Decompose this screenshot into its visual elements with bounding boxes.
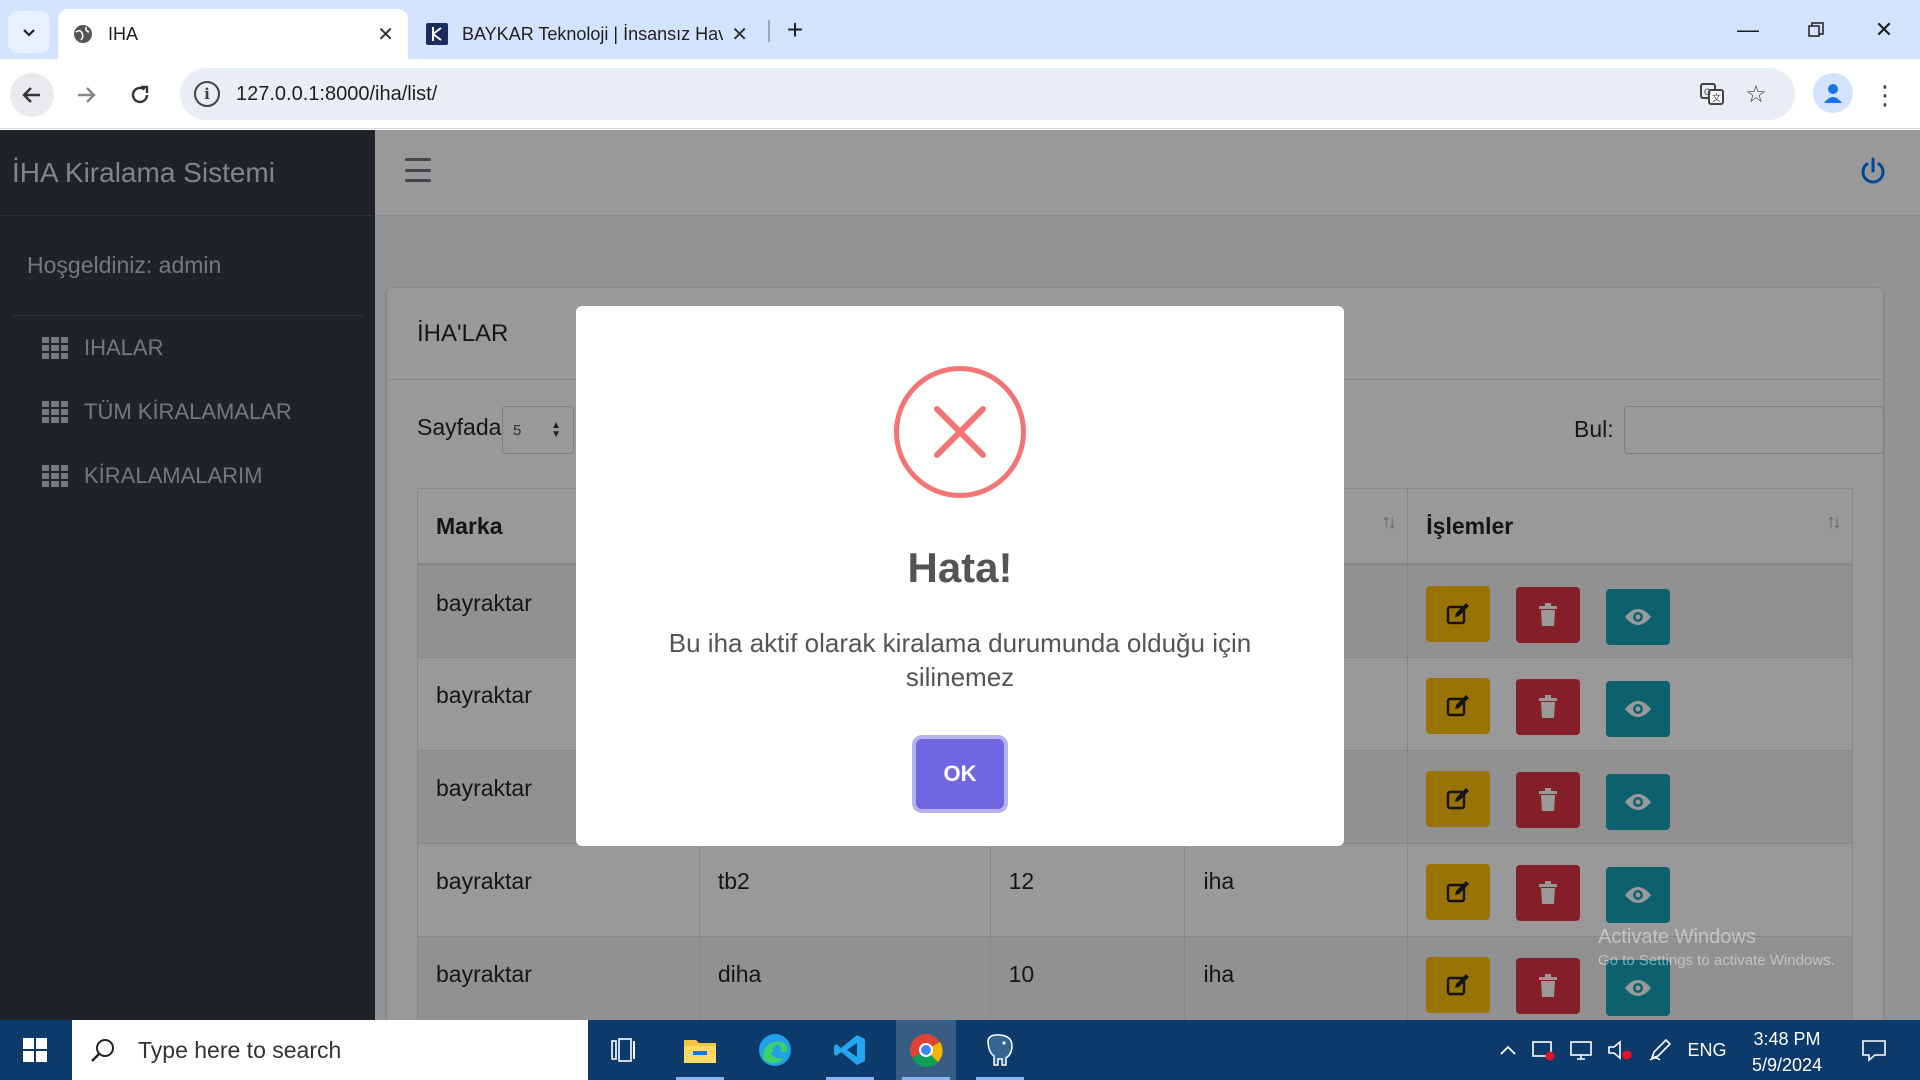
volume-muted-icon[interactable] bbox=[1604, 1020, 1636, 1080]
browser-tab-strip: IHA ✕ BAYKAR Teknoloji | İnsansız Hav ✕ … bbox=[0, 0, 1920, 59]
tab-title: IHA bbox=[108, 23, 139, 44]
close-tab-icon[interactable]: ✕ bbox=[731, 22, 748, 47]
forward-button[interactable] bbox=[64, 73, 108, 117]
task-view-icon[interactable] bbox=[593, 1020, 653, 1080]
web-app: İHA Kiralama Sistemi Hoşgeldiniz: admin … bbox=[0, 130, 1920, 1020]
vscode-icon[interactable] bbox=[820, 1020, 880, 1080]
ok-button[interactable]: OK bbox=[916, 739, 1004, 809]
browser-menu-icon[interactable]: ⋮ bbox=[1870, 73, 1900, 117]
search-icon bbox=[88, 1035, 118, 1065]
error-dialog: Hata! Bu iha aktif olarak kiralama durum… bbox=[576, 306, 1344, 846]
browser-toolbar: i G文 ☆ ⋮ bbox=[0, 59, 1920, 129]
taskbar-search-placeholder: Type here to search bbox=[138, 1036, 342, 1063]
activate-windows-title: Activate Windows bbox=[1598, 926, 1756, 948]
tab-iha[interactable]: IHA ✕ bbox=[58, 9, 408, 59]
dialog-title: Hata! bbox=[907, 544, 1013, 591]
edge-browser-icon[interactable] bbox=[745, 1020, 805, 1080]
chrome-icon[interactable] bbox=[896, 1020, 956, 1080]
taskbar-search-box[interactable]: Type here to search bbox=[72, 1020, 588, 1080]
defender-alert-icon[interactable] bbox=[1528, 1020, 1560, 1080]
person-icon bbox=[1824, 84, 1842, 103]
tab-title: BAYKAR Teknoloji | İnsansız Hav bbox=[462, 23, 724, 44]
tab-baykar[interactable]: BAYKAR Teknoloji | İnsansız Hav ✕ bbox=[412, 9, 762, 59]
dialog-message: Bu iha aktif olarak kiralama durumunda o… bbox=[668, 628, 1252, 692]
windows-logo-icon bbox=[23, 1038, 47, 1062]
pen-workspace-icon[interactable] bbox=[1644, 1020, 1676, 1080]
baykar-favicon-icon bbox=[426, 23, 448, 45]
arrow-right-icon bbox=[78, 87, 96, 103]
restore-icon[interactable] bbox=[1784, 8, 1848, 52]
close-window-icon[interactable]: ✕ bbox=[1852, 8, 1916, 52]
activate-windows-subtitle: Go to Settings to activate Windows. bbox=[1598, 952, 1835, 969]
profile-avatar[interactable] bbox=[1813, 73, 1853, 113]
network-icon[interactable] bbox=[1566, 1020, 1598, 1080]
clock-date: 5/9/2024 bbox=[1751, 1055, 1823, 1075]
file-explorer-icon[interactable] bbox=[670, 1020, 730, 1080]
show-hidden-icons-chevron-icon[interactable] bbox=[1494, 1020, 1522, 1080]
close-tab-icon[interactable]: ✕ bbox=[377, 22, 394, 47]
back-button[interactable] bbox=[10, 73, 54, 117]
arrow-left-icon bbox=[22, 87, 40, 103]
minimize-icon[interactable]: — bbox=[1716, 8, 1780, 52]
tab-search-button[interactable] bbox=[8, 11, 50, 53]
clock-time: 3:48 PM bbox=[1753, 1029, 1821, 1049]
clock[interactable]: 3:48 PM 5/9/2024 bbox=[1722, 1026, 1852, 1078]
pgadmin-elephant-icon[interactable] bbox=[970, 1020, 1030, 1080]
new-tab-button[interactable]: + bbox=[780, 12, 810, 48]
globe-icon bbox=[72, 23, 94, 45]
site-info-icon[interactable]: i bbox=[194, 81, 220, 107]
windows-taskbar: Type here to search ENG 3:48 PM 5/9/2024 bbox=[0, 1020, 1920, 1080]
svg-text:G: G bbox=[1704, 87, 1711, 97]
reload-button[interactable] bbox=[118, 73, 162, 117]
error-icon bbox=[894, 366, 1026, 498]
url-input[interactable] bbox=[236, 82, 1536, 106]
translate-icon[interactable]: G文 bbox=[1692, 74, 1732, 114]
address-bar[interactable]: i G文 ☆ bbox=[180, 68, 1795, 120]
notifications-icon[interactable] bbox=[1852, 1020, 1896, 1080]
chevron-down-icon bbox=[23, 29, 35, 37]
svg-text:文: 文 bbox=[1712, 92, 1721, 103]
tab-separator bbox=[768, 20, 770, 42]
reload-icon bbox=[131, 85, 149, 104]
bookmark-star-icon[interactable]: ☆ bbox=[1736, 74, 1776, 114]
start-button[interactable] bbox=[0, 1020, 70, 1080]
